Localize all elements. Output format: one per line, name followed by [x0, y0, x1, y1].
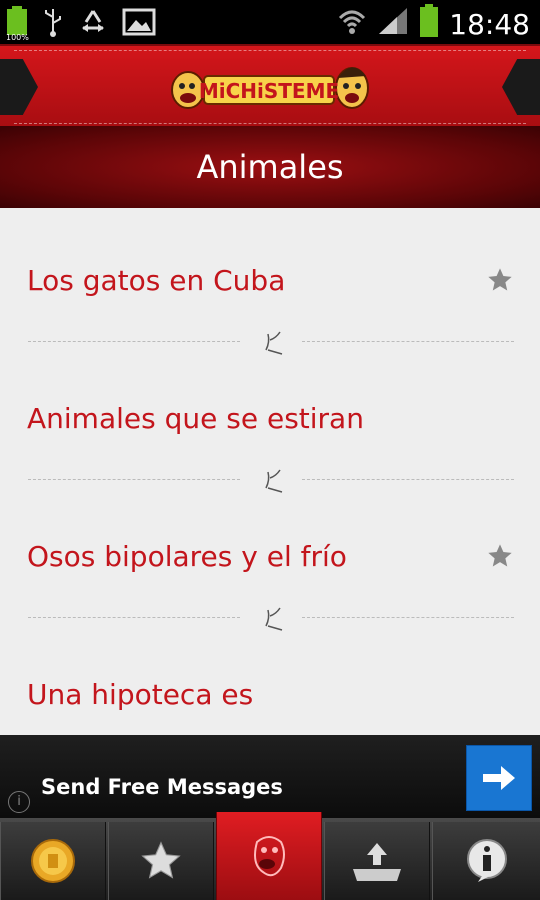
tab-favorites[interactable] [108, 822, 214, 900]
tab-coins[interactable] [0, 822, 106, 900]
list-item[interactable]: Los gatos en Cuba [0, 258, 540, 308]
recycle-icon [78, 8, 108, 40]
notification-icons: 100% [6, 6, 156, 42]
battery-label: 100% [6, 33, 29, 42]
battery-full-icon: 100% [6, 6, 29, 42]
joke-list[interactable]: Los gatos en Cuba Animales que se estira… [0, 208, 540, 735]
ad-banner[interactable]: Send Free Messages i [0, 735, 540, 818]
app-logo: MiCHiSTEME [171, 67, 369, 109]
star-icon[interactable] [486, 542, 514, 570]
info-icon [467, 839, 507, 882]
separator [28, 460, 514, 500]
picture-icon [122, 8, 156, 40]
separator-flourish-icon [265, 469, 283, 493]
star-icon [141, 841, 181, 879]
tab-share[interactable] [324, 822, 430, 900]
coin-icon [31, 839, 75, 883]
battery-icon [419, 4, 439, 45]
joke-title: Osos bipolares y el frío [27, 540, 347, 573]
wifi-icon [337, 6, 367, 43]
list-item[interactable]: Una hipoteca es [0, 672, 540, 722]
laughing-face-icon [254, 836, 285, 877]
status-bar: 100% 18:48 [0, 0, 540, 44]
separator [28, 322, 514, 362]
app-header: MiCHiSTEME [0, 44, 540, 128]
tab-info[interactable] [432, 822, 540, 900]
ad-text: Send Free Messages [41, 775, 283, 799]
ad-action-button[interactable] [466, 745, 532, 811]
category-header: Animales [0, 126, 540, 208]
forward-arrow-icon[interactable] [502, 59, 540, 115]
usb-icon [42, 7, 64, 41]
list-item[interactable]: Animales que se estiran [0, 396, 540, 446]
page-title: Animales [196, 148, 344, 186]
clock: 18:48 [449, 8, 530, 41]
info-icon[interactable]: i [8, 791, 30, 813]
back-arrow-icon[interactable] [0, 59, 38, 115]
separator [28, 598, 514, 638]
joke-title: Los gatos en Cuba [27, 264, 286, 297]
tab-jokes[interactable] [216, 812, 322, 900]
separator-flourish-icon [265, 331, 283, 355]
svg-text:MiCHiSTEME: MiCHiSTEME [199, 79, 339, 103]
list-item[interactable]: Osos bipolares y el frío [0, 534, 540, 584]
joke-title: Una hipoteca es [27, 678, 254, 711]
star-icon[interactable] [486, 266, 514, 294]
share-icon [353, 843, 401, 881]
separator-flourish-icon [265, 607, 283, 631]
joke-title: Animales que se estiran [27, 402, 364, 435]
bottom-tab-bar [0, 812, 540, 900]
arrow-right-icon [483, 766, 515, 790]
signal-icon [377, 6, 409, 43]
